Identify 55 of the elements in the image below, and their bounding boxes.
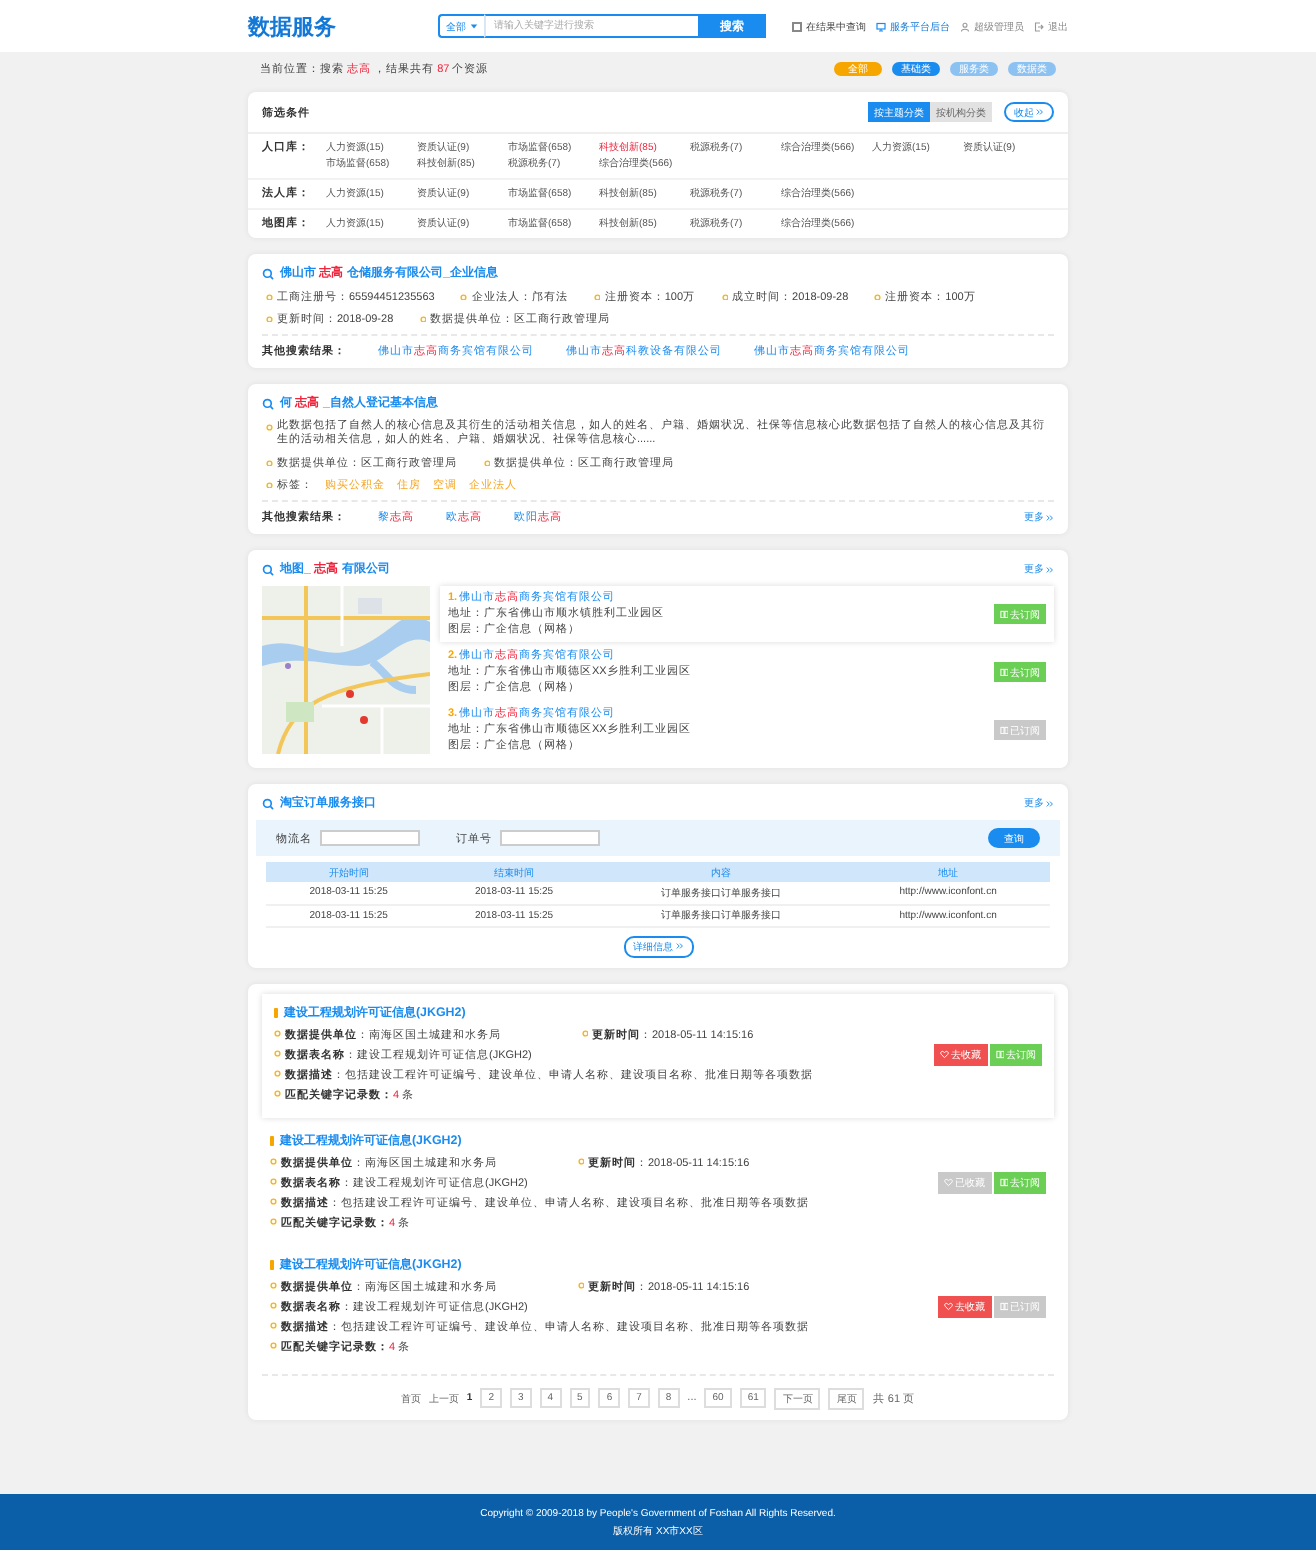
bullet-icon [266,293,273,301]
caret-icon [470,22,478,30]
bullet-icon [270,1282,277,1290]
bullet-icon [721,293,729,301]
book-icon [999,725,1008,735]
bullet-icon [270,1178,277,1186]
double-chevron-icon [675,942,683,950]
input-field[interactable] [320,830,420,846]
bullet-icon [270,1302,277,1310]
book-icon [995,1050,1004,1060]
search-icon [262,267,274,279]
bullet-icon [274,1070,281,1078]
book-icon [999,1302,1008,1312]
checkbox[interactable] [792,21,802,31]
bullet-icon [581,1030,588,1038]
heart-icon [944,1302,953,1312]
bullet-icon [593,293,601,301]
marker-icon [270,1135,274,1145]
marker-icon [270,1259,274,1269]
user-icon [960,21,970,31]
bullet-icon [266,315,273,323]
input-field[interactable] [500,830,600,846]
heart-icon [944,1178,953,1188]
bullet-icon [270,1198,277,1206]
search-icon [262,563,274,575]
double-chevron-icon [1046,799,1054,807]
marker-icon [274,1007,278,1017]
bullet-icon [419,315,427,323]
logout-icon [1034,21,1044,31]
search-icon [262,797,274,809]
book-icon [999,1178,1008,1188]
bullet-icon [270,1322,277,1330]
bullet-icon [577,1282,584,1290]
bullet-icon [266,424,273,431]
double-chevron-icon [1046,513,1054,521]
double-chevron-icon [1036,108,1044,116]
bullet-icon [266,481,273,489]
book-icon [999,609,1008,619]
bullet-icon [274,1090,281,1098]
monitor-icon [876,21,886,31]
bullet-icon [274,1050,281,1058]
bullet-icon [270,1342,277,1350]
bullet-icon [270,1158,277,1166]
bullet-icon [577,1158,584,1166]
site-logo: 数据服务 [248,13,338,41]
double-chevron-icon [1046,565,1054,573]
search-icon [262,397,274,409]
bullet-icon [270,1218,277,1226]
bullet-icon [266,459,273,467]
bullet-icon [483,459,490,467]
bullet-icon [274,1030,281,1038]
book-icon [999,667,1008,677]
heart-icon [940,1050,949,1060]
bullet-icon [460,293,468,301]
bullet-icon [874,293,882,301]
